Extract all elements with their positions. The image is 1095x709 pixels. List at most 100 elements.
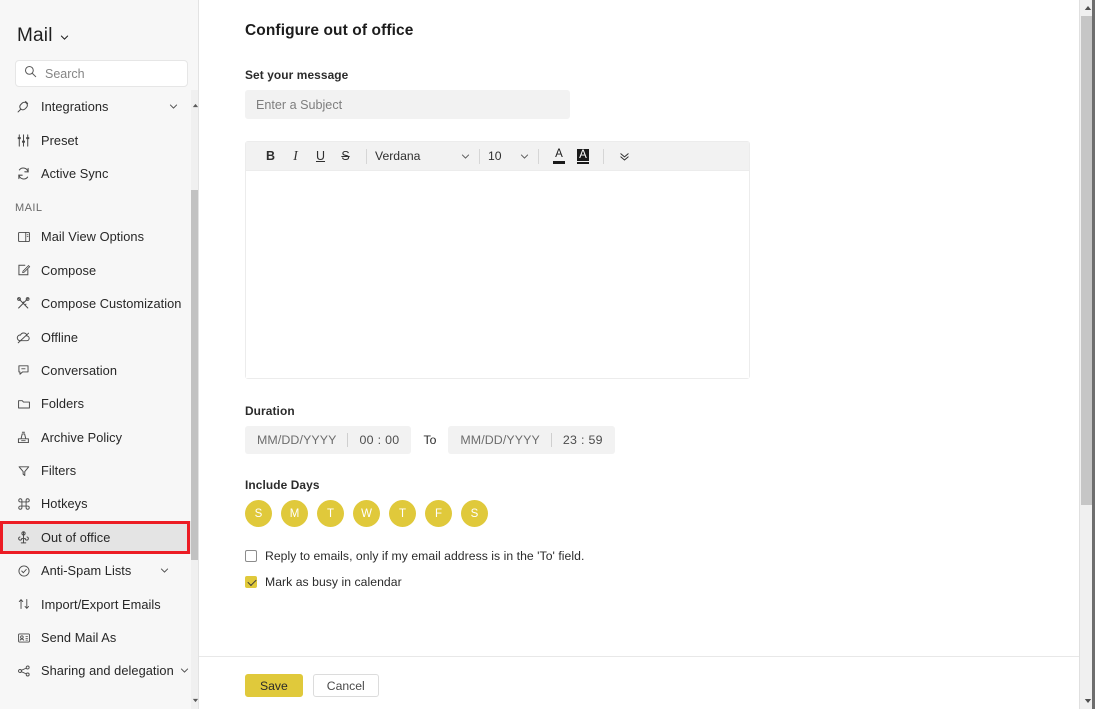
from-date-placeholder[interactable]: MM/DD/YYYY	[257, 433, 336, 447]
sidebar-item-label: Active Sync	[41, 165, 109, 181]
day-toggle-tuesday[interactable]: T	[317, 500, 344, 527]
sidebar-item-integrations[interactable]: Integrations	[0, 90, 198, 123]
sidebar-item-mail-view-options[interactable]: Mail View Options	[0, 220, 198, 253]
sidebar-item-out-of-office[interactable]: Out of office	[0, 520, 198, 555]
sidebar-item-compose-customization[interactable]: Compose Customization	[0, 287, 198, 320]
chevron-down-icon[interactable]	[60, 33, 69, 42]
out-of-office-form: Configure out of office Set your message…	[199, 0, 1095, 589]
sidebar-item-label: Anti-Spam Lists	[41, 563, 132, 579]
until-time-value[interactable]: 23 : 59	[563, 433, 603, 447]
sidebar-item-label: Sharing and delegation	[41, 663, 174, 679]
footer-divider	[199, 656, 1095, 657]
sidebar-nav-list: Integrations Preset Active Sync MAIL Mai…	[0, 90, 198, 688]
chevron-down-icon[interactable]	[518, 150, 530, 162]
sidebar-item-send-mail-as[interactable]: Send Mail As	[0, 621, 198, 654]
field-divider	[550, 433, 552, 447]
toolbar-divider	[603, 148, 604, 164]
scissors-wand-icon	[15, 295, 32, 312]
cancel-button[interactable]: Cancel	[312, 674, 379, 697]
share-nodes-icon	[15, 662, 32, 679]
underline-button[interactable]: U	[308, 145, 333, 167]
day-toggle-wednesday[interactable]: W	[353, 500, 380, 527]
triangle-up-icon[interactable]	[191, 98, 198, 112]
folder-icon	[15, 395, 32, 412]
sidebar-item-archive-policy[interactable]: Archive Policy	[0, 421, 198, 454]
out-of-office-icon	[15, 529, 32, 546]
highlight-color-swatch	[577, 161, 589, 164]
day-toggle-friday[interactable]: F	[425, 500, 452, 527]
from-time-value[interactable]: 00 : 00	[359, 433, 399, 447]
editor-toolbar: B I U S Verdana 10 A A	[246, 142, 749, 171]
sidebar-item-import-export-emails[interactable]: Import/Export Emails	[0, 587, 198, 620]
duration-from-field[interactable]: MM/DD/YYYY 00 : 00	[245, 426, 412, 454]
sidebar-item-conversation[interactable]: Conversation	[0, 354, 198, 387]
sidebar-item-folders[interactable]: Folders	[0, 387, 198, 420]
italic-button[interactable]: I	[283, 145, 308, 167]
sidebar-item-active-sync[interactable]: Active Sync	[0, 157, 198, 190]
font-size-select[interactable]: 10	[488, 145, 530, 167]
sidebar-item-preset[interactable]: Preset	[0, 123, 198, 156]
plug-icon	[15, 98, 32, 115]
save-button[interactable]: Save	[245, 674, 303, 697]
font-family-select[interactable]: Verdana	[375, 145, 471, 167]
mark-busy-option[interactable]: Mark as busy in calendar	[245, 575, 1095, 589]
sidebar-item-label: Hotkeys	[41, 496, 88, 512]
chevron-down-icon[interactable]	[159, 566, 169, 576]
until-date-placeholder[interactable]: MM/DD/YYYY	[460, 433, 539, 447]
layout-panel-icon	[15, 228, 32, 245]
reply-to-field-option[interactable]: Reply to emails, only if my email addres…	[245, 549, 1095, 563]
double-chevron-down-icon[interactable]	[612, 145, 637, 167]
text-color-swatch	[553, 160, 565, 164]
sidebar-group-title-mail: MAIL	[15, 202, 43, 215]
sidebar-item-label: Compose	[41, 262, 97, 278]
font-family-value: Verdana	[375, 149, 421, 163]
sidebar-item-offline[interactable]: Offline	[0, 320, 198, 353]
identity-card-icon	[15, 629, 32, 646]
sidebar-item-label: Conversation	[41, 362, 118, 378]
sidebar-item-hotkeys[interactable]: Hotkeys	[0, 487, 198, 520]
day-toggle-saturday[interactable]: S	[461, 500, 488, 527]
reply-to-field-label: Reply to emails, only if my email addres…	[265, 549, 585, 563]
toolbar-divider	[479, 148, 480, 164]
sliders-icon	[15, 132, 32, 149]
day-toggle-sunday[interactable]: S	[245, 500, 272, 527]
sidebar-item-anti-spam-lists[interactable]: Anti-Spam Lists	[0, 554, 198, 587]
sync-icon	[15, 165, 32, 182]
reply-to-field-checkbox[interactable]	[245, 550, 257, 562]
duration-row: MM/DD/YYYY 00 : 00 To MM/DD/YYYY 23 : 59	[245, 426, 1095, 454]
sidebar-item-label: Preset	[41, 132, 79, 148]
duration-until-field[interactable]: MM/DD/YYYY 23 : 59	[448, 426, 615, 454]
day-toggle-monday[interactable]: M	[281, 500, 308, 527]
sidebar-item-filters[interactable]: Filters	[0, 454, 198, 487]
shield-check-icon	[15, 562, 32, 579]
subject-input[interactable]	[245, 90, 570, 119]
command-icon	[15, 495, 32, 512]
chevron-down-icon[interactable]	[459, 150, 471, 162]
sidebar-scrollbar-thumb[interactable]	[191, 190, 198, 560]
message-body-input[interactable]	[246, 171, 749, 378]
sidebar-item-compose[interactable]: Compose	[0, 254, 198, 287]
triangle-down-icon[interactable]	[191, 693, 198, 707]
highlight-color-button[interactable]: A	[571, 145, 595, 167]
sidebar-scrollbar[interactable]	[191, 90, 198, 709]
main-content: Configure out of office Set your message…	[199, 0, 1095, 709]
chevron-down-icon[interactable]	[168, 102, 178, 112]
sidebar-item-label: Send Mail As	[41, 630, 117, 646]
search-box[interactable]	[15, 60, 188, 87]
form-actions: Save Cancel	[245, 674, 379, 697]
text-color-button[interactable]: A	[547, 145, 571, 167]
font-size-value: 10	[488, 149, 502, 163]
include-days-label: Include Days	[245, 478, 320, 492]
strikethrough-button[interactable]: S	[333, 145, 358, 167]
mark-busy-label: Mark as busy in calendar	[265, 575, 402, 589]
settings-sidebar: Mail Integrations	[0, 0, 199, 709]
search-input[interactable]	[45, 66, 179, 81]
toolbar-divider	[366, 148, 367, 164]
sidebar-item-sharing-and-delegation[interactable]: Sharing and delegation	[0, 654, 198, 687]
bold-button[interactable]: B	[258, 145, 283, 167]
mark-busy-checkbox[interactable]	[245, 576, 257, 588]
day-toggle-thursday[interactable]: T	[389, 500, 416, 527]
chevron-down-icon[interactable]	[180, 666, 189, 676]
sidebar-item-label: Mail View Options	[41, 229, 145, 245]
sidebar-header[interactable]: Mail	[0, 0, 198, 52]
